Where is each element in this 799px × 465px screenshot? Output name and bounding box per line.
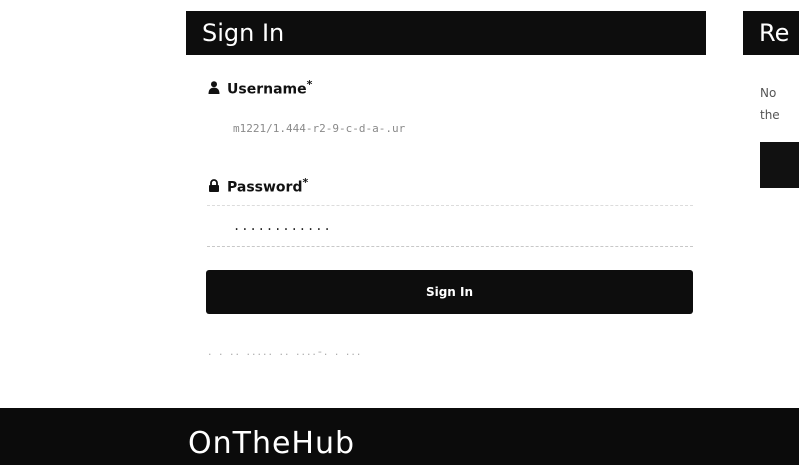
password-field[interactable] xyxy=(207,205,693,247)
register-description: No the xyxy=(760,82,799,126)
footer-brand-logo: OnTheHub xyxy=(188,426,356,461)
lock-icon xyxy=(209,179,219,193)
password-label: Password* xyxy=(208,176,308,196)
password-label-text: Password* xyxy=(227,176,309,196)
sign-in-button[interactable]: Sign In xyxy=(206,270,693,314)
register-panel-title: Re xyxy=(743,11,799,55)
register-text-line: the xyxy=(760,108,780,122)
register-button[interactable] xyxy=(760,142,799,188)
register-text-line: No xyxy=(760,86,777,100)
username-label-text: Username* xyxy=(227,78,313,98)
forgot-password-link[interactable]: . . .. ..... .. ....-. . ... xyxy=(208,345,362,358)
user-icon xyxy=(208,81,220,95)
signin-panel-title: Sign In xyxy=(186,11,706,55)
footer: OnTheHub xyxy=(0,408,799,465)
username-label: Username* xyxy=(208,78,312,98)
username-field[interactable] xyxy=(207,110,693,146)
signin-page: Sign In Re No the Username* Password* Si… xyxy=(0,0,799,465)
